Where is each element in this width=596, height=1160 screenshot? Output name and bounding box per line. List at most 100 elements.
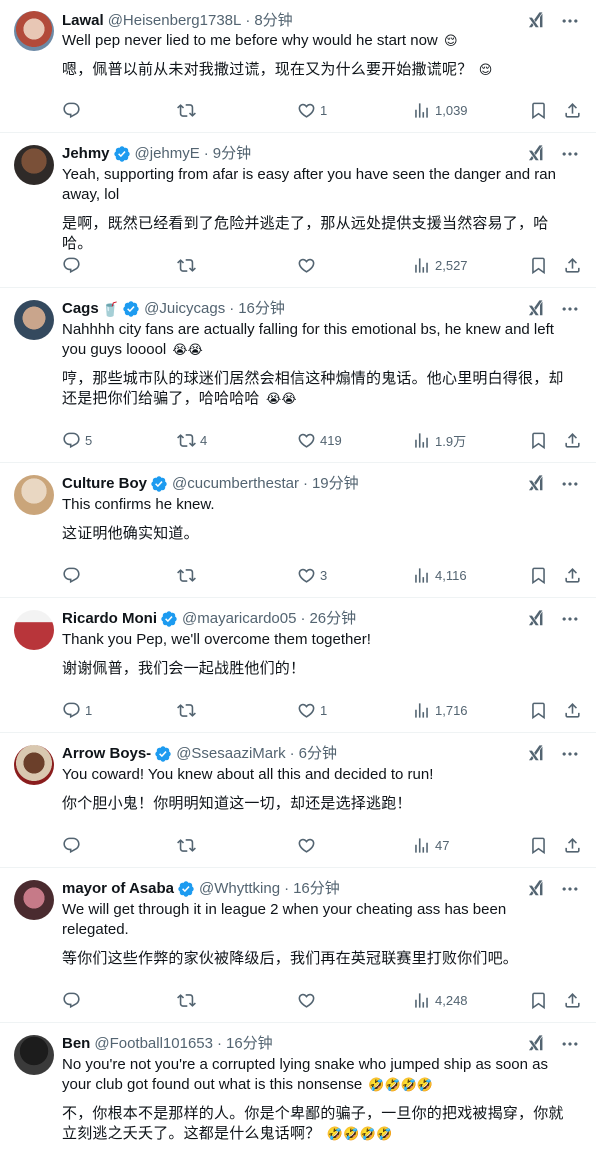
views-button[interactable]: 47 [412,836,449,855]
timestamp[interactable]: 9分钟 [213,144,251,164]
verified-badge-icon[interactable] [113,145,131,163]
avatar[interactable] [14,610,54,650]
display-name[interactable]: mayor of Asaba [62,879,174,899]
display-name[interactable]: Cags [62,299,99,319]
share-button[interactable] [563,836,582,855]
user-handle[interactable]: @Heisenberg1738L [108,11,242,31]
more-options-icon[interactable] [560,744,580,764]
share-button[interactable] [563,991,582,1010]
grok-icon[interactable] [526,144,546,164]
retweet-button[interactable]: 4 [177,431,207,450]
reply-tweet[interactable]: Jehmy @jehmyE · 9分钟 Yeah, supporting fro… [0,133,596,288]
bookmark-button[interactable] [529,256,548,275]
timestamp[interactable]: 8分钟 [254,11,292,31]
like-button[interactable]: 1 [297,101,327,120]
more-options-icon[interactable] [560,609,580,629]
verified-badge-icon[interactable] [160,610,178,628]
share-button[interactable] [563,256,582,275]
bookmark-button[interactable] [529,101,548,120]
reply-button[interactable] [62,566,85,585]
views-button[interactable]: 2,527 [412,256,468,275]
avatar[interactable] [14,475,54,515]
bookmark-button[interactable] [529,566,548,585]
timestamp[interactable]: 26分钟 [309,609,356,629]
display-name[interactable]: Ben [62,1034,90,1054]
user-handle[interactable]: @mayaricardo05 [182,609,296,629]
retweet-button[interactable] [177,836,200,855]
reply-button[interactable] [62,256,85,275]
views-button[interactable]: 1,716 [412,701,468,720]
grok-icon[interactable] [526,1034,546,1054]
bookmark-button[interactable] [529,836,548,855]
more-options-icon[interactable] [560,1034,580,1054]
avatar[interactable] [14,300,54,340]
reply-tweet[interactable]: Ricardo Moni @mayaricardo05 · 26分钟 Thank… [0,598,596,733]
grok-icon[interactable] [526,744,546,764]
user-handle[interactable]: @jehmyE [135,144,200,164]
bookmark-button[interactable] [529,991,548,1010]
views-button[interactable]: 4,248 [412,991,468,1010]
bookmark-button[interactable] [529,431,548,450]
avatar[interactable] [14,745,54,785]
user-handle[interactable]: @cucumberthestar [172,474,299,494]
retweet-button[interactable] [177,256,200,275]
grok-icon[interactable] [526,879,546,899]
timestamp[interactable]: 16分钟 [293,879,340,899]
verified-badge-icon[interactable] [177,880,195,898]
like-button[interactable]: 3 [297,566,327,585]
display-name[interactable]: Arrow Boys- [62,744,151,764]
user-handle[interactable]: @Football101653 [94,1034,213,1054]
bookmark-button[interactable] [529,701,548,720]
share-button[interactable] [563,431,582,450]
retweet-button[interactable] [177,991,200,1010]
user-handle[interactable]: @Whyttking [199,879,280,899]
views-button[interactable]: 4,116 [412,566,467,585]
grok-icon[interactable] [526,474,546,494]
reply-button[interactable]: 1 [62,701,92,720]
reply-button[interactable] [62,101,85,120]
views-button[interactable]: 1.9万 [412,431,466,450]
like-button[interactable]: 419 [297,431,342,450]
retweet-button[interactable] [177,101,200,120]
grok-icon[interactable] [526,609,546,629]
grok-icon[interactable] [526,11,546,31]
like-button[interactable]: 1 [297,701,327,720]
reply-tweet[interactable]: Lawal @Heisenberg1738L · 8分钟 Well pep ne… [0,0,596,133]
timestamp[interactable]: 16分钟 [238,299,285,319]
reply-tweet[interactable]: Cags 🥤 @Juicycags · 16分钟 Nahhhh city fan… [0,288,596,463]
retweet-button[interactable] [177,566,200,585]
timestamp[interactable]: 16分钟 [226,1034,273,1054]
avatar[interactable] [14,11,54,51]
user-handle[interactable]: @SsesaaziMark [176,744,285,764]
display-name[interactable]: Ricardo Moni [62,609,157,629]
like-button[interactable] [297,256,320,275]
reply-button[interactable] [62,836,85,855]
grok-icon[interactable] [526,299,546,319]
avatar[interactable] [14,1035,54,1075]
reply-tweet[interactable]: Arrow Boys- @SsesaaziMark · 6分钟 You cowa… [0,733,596,868]
more-options-icon[interactable] [560,11,580,31]
timestamp[interactable]: 19分钟 [312,474,359,494]
share-button[interactable] [563,701,582,720]
display-name[interactable]: Jehmy [62,144,110,164]
more-options-icon[interactable] [560,299,580,319]
more-options-icon[interactable] [560,879,580,899]
retweet-button[interactable] [177,701,200,720]
user-handle[interactable]: @Juicycags [144,299,225,319]
more-options-icon[interactable] [560,474,580,494]
avatar[interactable] [14,145,54,185]
share-button[interactable] [563,566,582,585]
verified-badge-icon[interactable] [122,300,140,318]
like-button[interactable] [297,991,320,1010]
reply-button[interactable]: 5 [62,431,92,450]
avatar[interactable] [14,880,54,920]
reply-button[interactable] [62,991,85,1010]
like-button[interactable] [297,836,320,855]
timestamp[interactable]: 6分钟 [299,744,337,764]
display-name[interactable]: Culture Boy [62,474,147,494]
verified-badge-icon[interactable] [150,475,168,493]
verified-badge-icon[interactable] [154,745,172,763]
views-button[interactable]: 1,039 [412,101,468,120]
reply-tweet[interactable]: mayor of Asaba @Whyttking · 16分钟 We will… [0,868,596,1023]
share-button[interactable] [563,101,582,120]
